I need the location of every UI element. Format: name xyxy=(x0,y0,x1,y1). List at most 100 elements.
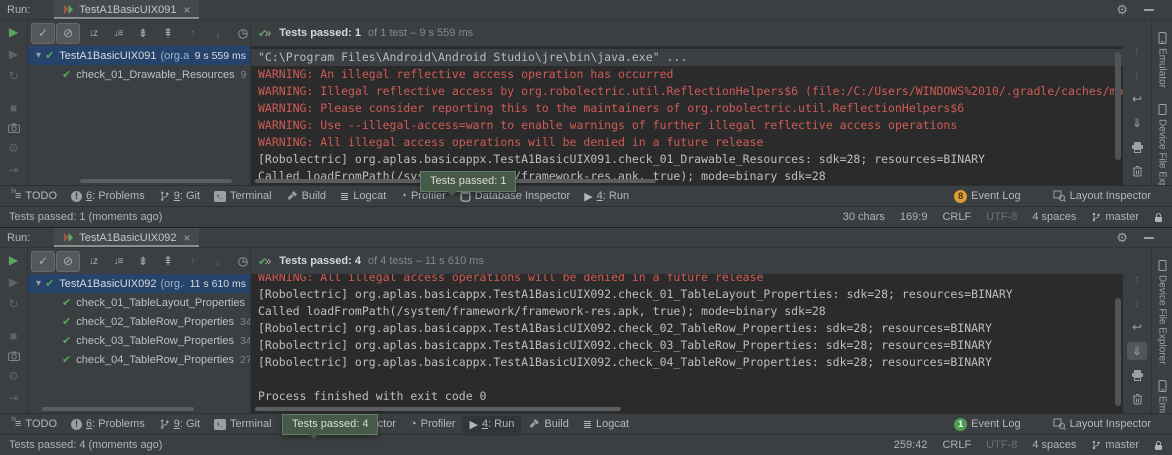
toolbar-item-terminal[interactable]: ›_Terminal xyxy=(207,416,279,432)
status-message[interactable]: Tests passed: 1 (moments ago) xyxy=(9,211,162,223)
test-tree-row[interactable]: ✔ check_01_Drawable_Resources 9 s 559 ms xyxy=(28,65,250,84)
tool-stripe-device-file-explorer[interactable]: Device File Explorer xyxy=(1157,260,1168,364)
rerun-failed-tests-button[interactable]: ▶ xyxy=(9,47,18,61)
toolbar-item-problems[interactable]: !6: Problems xyxy=(64,416,152,432)
layout-inspector-button[interactable]: Layout Inspector xyxy=(1046,188,1158,204)
line-ending[interactable]: CRLF xyxy=(942,439,971,451)
clear-console-icon[interactable] xyxy=(1127,162,1147,180)
soft-wrap-icon[interactable]: ↩ xyxy=(1127,90,1147,108)
tree-horizontal-scrollbar[interactable] xyxy=(80,179,232,183)
print-icon[interactable] xyxy=(1127,366,1147,384)
show-passed-filter-button[interactable]: ✓ xyxy=(31,251,55,272)
show-ignored-filter-button[interactable]: ⊘ xyxy=(56,251,80,272)
next-failed-test-button[interactable]: ↓ xyxy=(206,251,230,272)
collapse-all-button[interactable]: ⇞ xyxy=(156,23,180,44)
show-ignored-filter-button[interactable]: ⊘ xyxy=(56,23,80,44)
test-tree-row[interactable]: ✔ check_02_TableRow_Properties 344 ms xyxy=(28,312,250,331)
event-log-button[interactable]: 8Event Log xyxy=(947,188,1028,205)
test-tree-root-row[interactable]: ▾ ✔ TestA1BasicUIX091 (org.aplas.basicap… xyxy=(28,46,250,65)
chars-count[interactable]: 30 chars xyxy=(843,211,885,223)
sort-alphabetically-button[interactable]: ↓z xyxy=(81,251,105,272)
toggle-auto-rerun-button[interactable]: ↻ xyxy=(8,297,18,311)
scroll-to-end-icon[interactable]: ⇓ xyxy=(1127,342,1147,360)
file-encoding[interactable]: UTF-8 xyxy=(986,439,1017,451)
sort-alphabetically-button[interactable]: ↓z xyxy=(81,23,105,44)
rerun-button[interactable]: ▶ xyxy=(9,25,18,39)
show-passed-filter-button[interactable]: ✓ xyxy=(31,23,55,44)
settings-icon[interactable]: ⚙ xyxy=(8,141,19,155)
toolbar-item-git[interactable]: 9: Git xyxy=(152,416,207,432)
rerun-button[interactable]: ▶ xyxy=(9,253,18,267)
up-stacktrace-icon[interactable]: ↑ xyxy=(1127,270,1147,288)
gear-icon[interactable]: ⚙ xyxy=(1116,230,1128,246)
tree-horizontal-scrollbar[interactable] xyxy=(42,407,194,411)
indent-setting[interactable]: 4 spaces xyxy=(1032,211,1076,223)
collapse-all-button[interactable]: ⇞ xyxy=(156,251,180,272)
git-branch-widget[interactable]: master xyxy=(1091,211,1139,223)
scroll-to-end-icon[interactable]: ⇓ xyxy=(1127,114,1147,132)
close-icon[interactable]: × xyxy=(183,231,190,245)
toolbar-item-profiler[interactable]: ◔Profiler xyxy=(403,416,463,432)
toolbar-item-run[interactable]: ▶4: Run xyxy=(577,188,636,205)
toolbar-item-logcat[interactable]: ≣Logcat xyxy=(576,416,636,433)
lock-icon[interactable] xyxy=(1154,440,1163,451)
clear-console-icon[interactable] xyxy=(1127,390,1147,408)
test-tree-root-row[interactable]: ▾ ✔ TestA1BasicUIX092 (org.aplas.basicap… xyxy=(28,274,250,293)
stop-button[interactable]: ■ xyxy=(10,101,17,115)
console-output[interactable]: WARNING: All illegal access operations w… xyxy=(251,274,1123,413)
caret-position[interactable]: 259:42 xyxy=(894,439,928,451)
line-ending[interactable]: CRLF xyxy=(942,211,971,223)
previous-failed-test-button[interactable]: ↑ xyxy=(181,23,205,44)
status-message[interactable]: Tests passed: 4 (moments ago) xyxy=(9,439,162,451)
chevron-down-icon[interactable]: ▾ xyxy=(36,278,41,289)
rerun-failed-tests-button[interactable]: ▶ xyxy=(9,275,18,289)
expand-all-button[interactable]: ⇟ xyxy=(131,251,155,272)
next-failed-test-button[interactable]: ↓ xyxy=(206,23,230,44)
file-encoding[interactable]: UTF-8 xyxy=(986,211,1017,223)
screenshot-icon[interactable] xyxy=(8,351,20,361)
close-icon[interactable]: × xyxy=(183,3,190,17)
run-tab[interactable]: TestA1BasicUIX091 × xyxy=(54,0,199,19)
restore-layout-icon[interactable]: ⇥ xyxy=(8,391,18,405)
hide-tool-window-icon[interactable] xyxy=(1144,9,1154,11)
lock-icon[interactable] xyxy=(1154,212,1163,223)
sort-by-duration-button[interactable]: ↓≡ xyxy=(106,23,130,44)
toolbar-item-build[interactable]: Build xyxy=(521,416,575,432)
toolbar-item-build[interactable]: Build xyxy=(279,188,333,204)
toolbar-item-terminal[interactable]: ›_Terminal xyxy=(207,188,279,204)
overflow-chevrons[interactable]: » xyxy=(10,413,16,425)
toggle-auto-rerun-button[interactable]: ↻ xyxy=(8,69,18,83)
tool-stripe-emulator[interactable]: Emulator xyxy=(1157,380,1168,413)
toolbar-item-run[interactable]: ▶4: Run xyxy=(462,416,521,433)
toolbar-item-problems[interactable]: !6: Problems xyxy=(64,188,152,204)
hide-tool-window-icon[interactable] xyxy=(1144,237,1154,239)
screenshot-icon[interactable] xyxy=(8,123,20,133)
test-tree-row[interactable]: ✔ check_01_TableLayout_Properties 10 s 6… xyxy=(28,293,250,312)
print-icon[interactable] xyxy=(1127,138,1147,156)
up-stacktrace-icon[interactable]: ↑ xyxy=(1127,42,1147,60)
chevron-down-icon[interactable]: ▾ xyxy=(36,50,41,61)
restore-layout-icon[interactable]: ⇥ xyxy=(8,163,18,177)
down-stacktrace-icon[interactable]: ↓ xyxy=(1127,294,1147,312)
overflow-chevrons[interactable]: » xyxy=(10,185,16,197)
caret-position[interactable]: 169:9 xyxy=(900,211,928,223)
toolbar-item-git[interactable]: 9: Git xyxy=(152,188,207,204)
sort-by-duration-button[interactable]: ↓≡ xyxy=(106,251,130,272)
down-stacktrace-icon[interactable]: ↓ xyxy=(1127,66,1147,84)
run-tab[interactable]: TestA1BasicUIX092 × xyxy=(54,228,199,247)
console-vertical-scrollbar[interactable] xyxy=(1115,298,1121,406)
console-output[interactable]: "C:\Program Files\Android\Android Studio… xyxy=(251,46,1123,185)
console-vertical-scrollbar[interactable] xyxy=(1115,52,1121,160)
indent-setting[interactable]: 4 spaces xyxy=(1032,439,1076,451)
test-tree-row[interactable]: ✔ check_03_TableRow_Properties 344 ms xyxy=(28,331,250,350)
gear-icon[interactable]: ⚙ xyxy=(1116,2,1128,18)
layout-inspector-button[interactable]: Layout Inspector xyxy=(1046,416,1158,432)
previous-failed-test-button[interactable]: ↑ xyxy=(181,251,205,272)
tool-stripe-emulator[interactable]: Emulator xyxy=(1157,32,1168,88)
toolbar-item-logcat[interactable]: ≣Logcat xyxy=(333,188,393,205)
tool-stripe-device-file-explorer[interactable]: Device File Explorer xyxy=(1157,104,1168,185)
git-branch-widget[interactable]: master xyxy=(1091,439,1139,451)
settings-icon[interactable]: ⚙ xyxy=(8,369,19,383)
expand-all-button[interactable]: ⇟ xyxy=(131,23,155,44)
console-horizontal-scrollbar[interactable] xyxy=(255,407,621,411)
